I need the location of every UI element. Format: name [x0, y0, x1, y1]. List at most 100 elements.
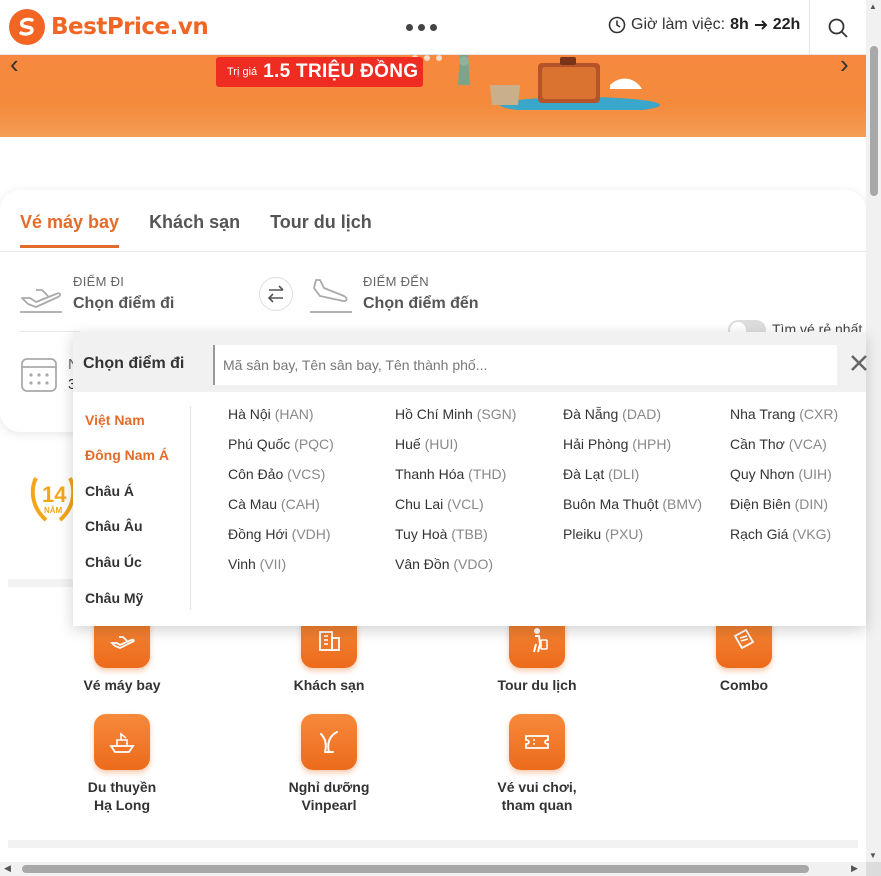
- arrow-right-icon: [754, 20, 768, 30]
- more-menu-icon[interactable]: [406, 24, 437, 31]
- departure-picker-dropdown: Chọn điểm đi Việt Nam Đông Nam Á Châu Á …: [73, 332, 869, 626]
- city-name: Điện Biên: [730, 496, 791, 512]
- plane-icon: [109, 636, 135, 649]
- city-option[interactable]: Tuy Hoà (TBB): [395, 526, 488, 542]
- city-option[interactable]: Chu Lai (VCL): [395, 496, 484, 512]
- arrival-plane-icon: [310, 279, 352, 313]
- clock-icon: [608, 16, 626, 34]
- city-name: Đồng Hới: [228, 526, 288, 542]
- airport-code: (VKG): [792, 526, 832, 542]
- scrollbar-corner: [866, 862, 881, 876]
- city-name: Cà Mau: [228, 496, 278, 512]
- city-name: Tuy Hoà: [395, 526, 448, 542]
- airport-code: (HUI): [424, 436, 459, 452]
- vertical-scroll-thumb[interactable]: [870, 46, 878, 196]
- service-vinpearl-label[interactable]: Nghỉ dưỡng Vinpearl: [249, 778, 409, 814]
- scroll-up-icon[interactable]: ▲: [869, 2, 877, 11]
- region-southeast-asia[interactable]: Đông Nam Á: [85, 447, 169, 463]
- city-name: Pleiku: [563, 526, 602, 542]
- city-option[interactable]: Côn Đảo (VCS): [228, 466, 325, 482]
- city-option[interactable]: Vân Đồn (VDO): [395, 556, 493, 572]
- service-vinpearl-line1: Nghỉ dưỡng: [288, 779, 370, 795]
- region-australia[interactable]: Châu Úc: [85, 554, 142, 570]
- region-list: Việt Nam Đông Nam Á Châu Á Châu Âu Châu …: [73, 406, 191, 610]
- airport-code: (VCL): [447, 496, 484, 512]
- airport-code: (CXR): [799, 406, 839, 422]
- region-vietnam[interactable]: Việt Nam: [85, 412, 145, 428]
- city-option[interactable]: Vinh (VII): [228, 556, 286, 572]
- service-cruise-button[interactable]: [94, 714, 150, 770]
- scroll-right-icon[interactable]: ▶: [851, 863, 858, 874]
- city-option[interactable]: Đà Lạt (DLI): [563, 466, 639, 482]
- tab-tours[interactable]: Tour du lịch: [270, 212, 372, 248]
- city-option[interactable]: Rạch Giá (VKG): [730, 526, 831, 542]
- airport-code: (TBB): [451, 526, 488, 542]
- city-option[interactable]: Đà Nẵng (DAD): [563, 406, 661, 422]
- region-asia[interactable]: Châu Á: [85, 483, 134, 499]
- service-combo-label[interactable]: Combo: [664, 676, 824, 694]
- city-name: Côn Đảo: [228, 466, 284, 482]
- logo[interactable]: BestPrice.vn: [9, 9, 209, 45]
- city-option[interactable]: Hà Nội (HAN): [228, 406, 314, 422]
- service-tours-label[interactable]: Tour du lịch: [457, 676, 617, 694]
- service-tickets-line2: tham quan: [501, 797, 573, 813]
- service-cruise-label[interactable]: Du thuyền Hạ Long: [42, 778, 202, 814]
- swap-button[interactable]: [259, 277, 293, 311]
- city-option[interactable]: Hồ Chí Minh (SGN): [395, 406, 516, 422]
- city-option[interactable]: Điện Biên (DIN): [730, 496, 828, 512]
- ticket-icon: [525, 735, 549, 749]
- scroll-left-icon[interactable]: ◀: [4, 863, 11, 874]
- airport-code: (VII): [259, 556, 287, 572]
- city-name: Chu Lai: [395, 496, 444, 512]
- airport-code: (CAH): [280, 496, 320, 512]
- service-vinpearl-button[interactable]: [301, 714, 357, 770]
- city-name: Nha Trang: [730, 406, 796, 422]
- region-america[interactable]: Châu Mỹ: [85, 590, 143, 606]
- city-name: Đà Lạt: [563, 466, 605, 482]
- departure-plane-icon: [20, 289, 62, 313]
- hours-label: Giờ làm việc:: [631, 16, 726, 33]
- airport-code: (PQC): [294, 436, 334, 452]
- city-option[interactable]: Thanh Hóa (THD): [395, 466, 506, 482]
- banner-next-icon[interactable]: ›: [840, 55, 849, 80]
- service-tickets-label[interactable]: Vé vui chơi, tham quan: [457, 778, 617, 814]
- banner-prev-icon[interactable]: ‹: [10, 55, 19, 80]
- logo-text: BestPrice.vn: [51, 14, 209, 40]
- city-option[interactable]: Buôn Ma Thuột (BMV): [563, 496, 702, 512]
- city-option[interactable]: Nha Trang (CXR): [730, 406, 838, 422]
- scroll-down-icon[interactable]: ▼: [869, 851, 877, 860]
- city-option[interactable]: Quy Nhơn (UIH): [730, 466, 832, 482]
- city-name: Buôn Ma Thuột: [563, 496, 659, 512]
- service-tickets-button[interactable]: [509, 714, 565, 770]
- service-hotels-label[interactable]: Khách sạn: [249, 676, 409, 694]
- tab-flights[interactable]: Vé máy bay: [20, 212, 120, 248]
- service-flights-label[interactable]: Vé máy bay: [42, 676, 202, 694]
- city-option[interactable]: Cần Thơ (VCA): [730, 436, 827, 452]
- promo-small-text: Trị giá: [227, 66, 258, 78]
- from-field[interactable]: Chọn điểm đi: [73, 295, 174, 313]
- city-option[interactable]: Cà Mau (CAH): [228, 496, 320, 512]
- horizontal-scroll-thumb[interactable]: [22, 865, 809, 873]
- close-icon[interactable]: [849, 353, 869, 373]
- city-option[interactable]: Đồng Hới (VDH): [228, 526, 331, 542]
- airport-search-input[interactable]: [213, 345, 837, 385]
- cruise-icon: [109, 732, 135, 753]
- hotel-icon: [319, 631, 340, 651]
- city-name: Cần Thơ: [730, 436, 785, 452]
- travel-illustration-icon: [458, 55, 660, 110]
- dropdown-title: Chọn điểm đi: [83, 355, 185, 372]
- promo-banner[interactable]: ‹ › Trị giá 1.5 TRIỆU ĐỒNG: [0, 55, 866, 137]
- tab-hotels[interactable]: Khách sạn: [149, 212, 240, 248]
- search-icon[interactable]: [826, 16, 850, 40]
- city-option[interactable]: Phú Quốc (PQC): [228, 436, 334, 452]
- city-option[interactable]: Huế (HUI): [395, 436, 458, 452]
- service-cruise-line2: Hạ Long: [94, 797, 150, 813]
- city-name: Huế: [395, 436, 421, 452]
- airport-code: (VDO): [453, 556, 494, 572]
- from-label: ĐIỂM ĐI: [73, 274, 125, 289]
- service-vinpearl-line2: Vinpearl: [301, 797, 357, 813]
- city-option[interactable]: Pleiku (PXU): [563, 526, 643, 542]
- to-field[interactable]: Chọn điểm đến: [363, 295, 479, 313]
- region-europe[interactable]: Châu Âu: [85, 518, 143, 534]
- city-option[interactable]: Hải Phòng (HPH): [563, 436, 671, 452]
